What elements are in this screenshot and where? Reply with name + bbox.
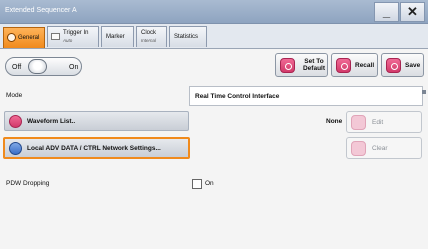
title-bar: Extended Sequencer A _ ✕ — [0, 0, 428, 24]
clear-button[interactable]: Clear — [346, 137, 422, 159]
network-settings-icon — [9, 142, 22, 155]
recall-button[interactable]: Recall — [331, 53, 378, 77]
tab-statistics-label: Statistics — [174, 34, 199, 40]
waveform-list-icon — [9, 115, 22, 128]
network-settings-button[interactable]: Local ADV DATA / CTRL Network Settings..… — [3, 137, 190, 159]
waveform-list-value: None — [326, 118, 343, 125]
set-to-default-button[interactable]: Set To Default — [275, 53, 328, 77]
reset-icon — [280, 58, 295, 73]
close-button[interactable]: ✕ — [400, 2, 425, 22]
tab-strip: General Trigger In Auto Marker Clock Int… — [0, 24, 428, 48]
tab-trigger-in-label: Trigger In — [63, 30, 89, 36]
dropdown-marker-icon — [422, 90, 426, 94]
tab-trigger-in[interactable]: Trigger In Auto — [47, 26, 99, 47]
pdw-dropping-label: PDW Dropping — [6, 180, 50, 187]
mode-label: Mode — [6, 92, 23, 99]
tab-marker-label: Marker — [106, 34, 125, 40]
toggle-knob[interactable] — [28, 59, 47, 74]
tab-clock[interactable]: Clock Internal — [136, 26, 167, 47]
pdw-dropping-checkbox-label: On — [205, 180, 214, 187]
general-panel: Off On Set To Default Recall Save Mode R… — [0, 48, 428, 249]
window-title: Extended Sequencer A — [5, 7, 77, 14]
tab-marker[interactable]: Marker — [101, 26, 134, 47]
tab-statistics[interactable]: Statistics — [169, 26, 207, 47]
mode-select[interactable]: Real Time Control Interface — [189, 86, 423, 106]
extended-sequencer-dialog: Extended Sequencer A _ ✕ General Trigger… — [0, 0, 428, 249]
tab-clock-label: Clock — [141, 30, 157, 36]
tab-trigger-in-sub: Auto — [63, 38, 73, 43]
clear-icon — [351, 141, 366, 156]
edit-icon — [351, 115, 366, 130]
state-off-label: Off — [12, 64, 22, 71]
recall-icon — [336, 58, 351, 73]
tab-general[interactable]: General — [3, 27, 45, 48]
minimize-button[interactable]: _ — [374, 2, 399, 22]
state-on-label: On — [69, 64, 79, 71]
tab-general-label: General — [18, 35, 40, 41]
general-tab-icon — [7, 33, 16, 42]
save-icon — [386, 58, 401, 73]
tab-clock-sub: Internal — [141, 38, 157, 43]
pdw-dropping-checkbox[interactable] — [192, 179, 202, 189]
edit-button[interactable]: Edit — [346, 111, 422, 133]
save-button[interactable]: Save — [381, 53, 424, 77]
trigger-in-tab-icon — [51, 33, 60, 40]
mode-value: Real Time Control Interface — [195, 93, 280, 100]
waveform-list-button[interactable]: Waveform List.. — [4, 111, 189, 131]
state-toggle[interactable]: Off On — [5, 57, 82, 76]
